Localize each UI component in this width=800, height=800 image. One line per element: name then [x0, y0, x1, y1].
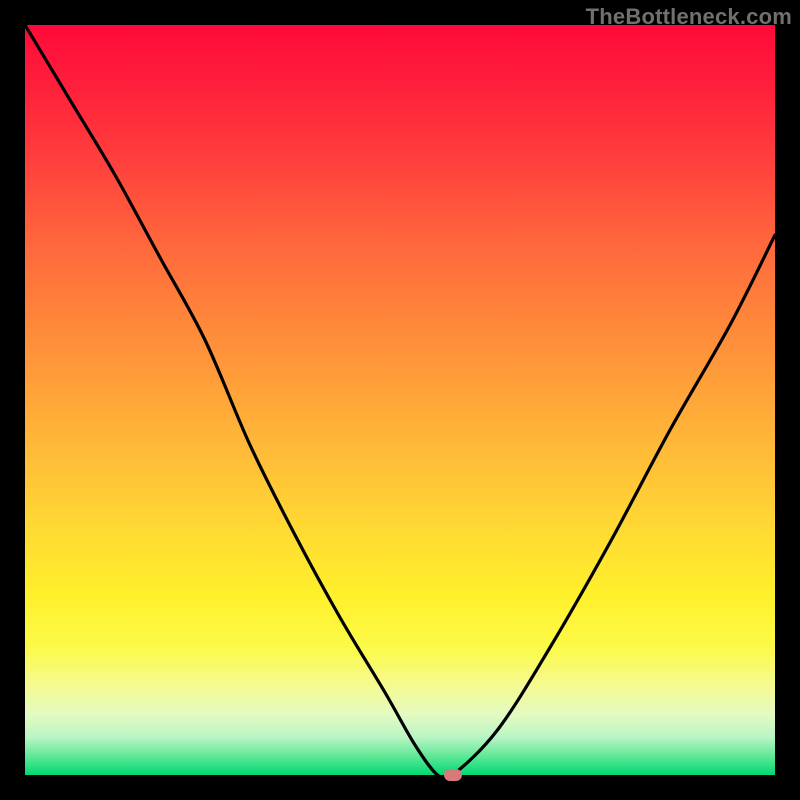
- curve-path: [25, 25, 775, 775]
- plot-area: [25, 25, 775, 775]
- bottleneck-curve: [25, 25, 775, 775]
- watermark-text: TheBottleneck.com: [586, 4, 792, 30]
- chart-container: { "watermark": "TheBottleneck.com", "cha…: [0, 0, 800, 800]
- optimal-point-marker: [444, 769, 462, 781]
